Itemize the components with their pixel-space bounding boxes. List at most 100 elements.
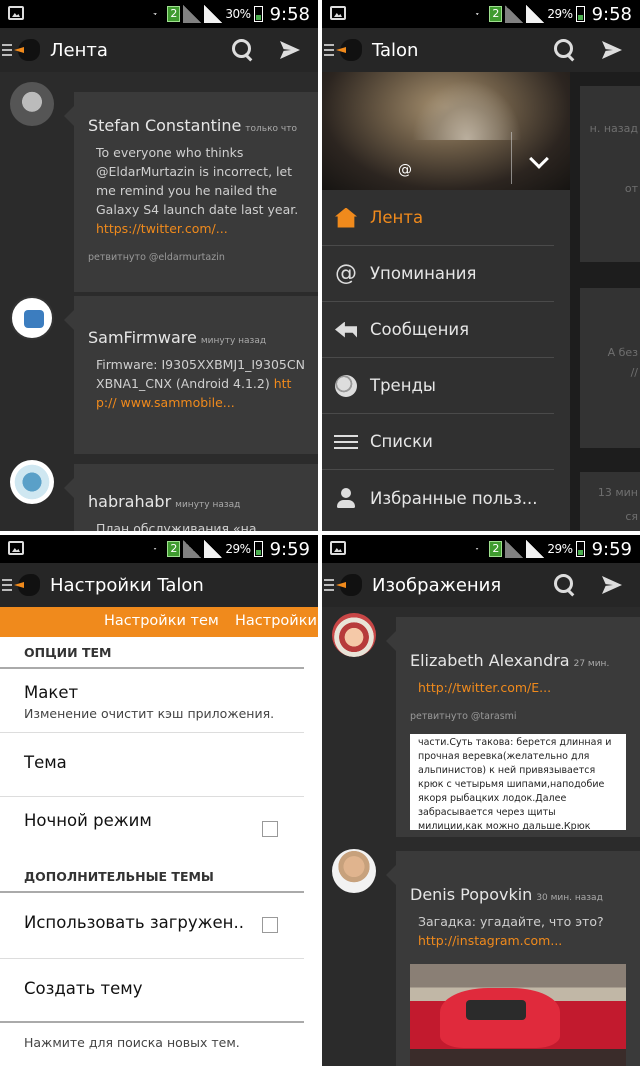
sim-badge: 2	[167, 6, 181, 22]
tweet-link[interactable]: http://instagram.com...	[418, 933, 562, 948]
tweet-card[interactable]: Stefan Constantine только что To everyone…	[64, 92, 318, 292]
compose-icon[interactable]	[280, 41, 300, 59]
tweet-time: только что	[245, 124, 297, 134]
night-mode-checkbox[interactable]	[262, 821, 278, 837]
globe-icon	[335, 374, 357, 397]
action-bar: Изображения	[322, 563, 640, 607]
wifi-icon	[468, 541, 486, 557]
app-logo-icon[interactable]	[14, 572, 42, 598]
menu-icon[interactable]	[324, 579, 334, 591]
drawer-header: @	[322, 72, 570, 190]
tab-settings[interactable]: Настройки	[235, 613, 317, 629]
signal-icon	[183, 540, 202, 558]
action-bar: Настройки Talon	[0, 563, 318, 607]
search-icon[interactable]	[554, 39, 576, 61]
reply-icon	[335, 321, 357, 338]
tweet-author[interactable]: Elizabeth Alexandra	[410, 651, 570, 670]
signal-icon	[505, 540, 524, 558]
gallery-icon	[330, 6, 346, 20]
sim-badge: 2	[489, 6, 503, 22]
chevron-down-icon[interactable]	[529, 149, 549, 169]
tab-theme-settings[interactable]: Настройки тем	[104, 613, 219, 629]
tweet-card[interactable]: SamFirmware минуту назад Firmware: I9305X…	[64, 296, 318, 454]
avatar[interactable]	[332, 849, 376, 893]
drawer-screen: 2 29% 9:58 Talon н. назад от А без // 13…	[322, 0, 640, 531]
search-icon[interactable]	[232, 39, 254, 61]
avatar[interactable]	[10, 296, 54, 340]
tweet-author[interactable]: habrahabr	[88, 492, 171, 511]
signal-icon	[204, 540, 223, 558]
tweet-card: А без //	[580, 288, 640, 448]
avatar[interactable]	[10, 460, 54, 504]
tweet-time: минуту назад	[175, 500, 241, 510]
compose-icon[interactable]	[602, 41, 622, 59]
tweet-text: http://twitter.com/E...	[410, 678, 640, 697]
section-header: ОПЦИИ ТЕМ	[0, 637, 304, 669]
setting-layout[interactable]: Макет Изменение очистит кэш приложения.	[0, 669, 304, 733]
avatar[interactable]	[332, 613, 376, 657]
settings-screen: 2 29% 9:59 Настройки Talon Настройки тем…	[0, 535, 318, 1066]
battery-icon	[253, 541, 263, 557]
tweet-card[interactable]: Elizabeth Alexandra 27 мин. http://twitte…	[386, 617, 640, 837]
sim-badge: 2	[489, 541, 503, 557]
divider	[511, 132, 512, 184]
setting-search-themes[interactable]: Нажмите для поиска новых тем.	[0, 1023, 304, 1050]
drawer-item-lists[interactable]: Списки	[322, 414, 554, 470]
drawer-item-timeline[interactable]: Лента	[322, 190, 554, 246]
tweet-card[interactable]: habrahabr минуту назад План обслуживания …	[64, 464, 318, 531]
use-downloaded-checkbox[interactable]	[262, 917, 278, 933]
compose-icon[interactable]	[602, 576, 622, 594]
section-header: ДОПОЛНИТЕЛЬНЫЕ ТЕМЫ	[0, 861, 304, 893]
setting-night-mode[interactable]: Ночной режим	[0, 797, 304, 861]
battery-percent: 29%	[225, 542, 251, 556]
tweet-card: н. назад от	[580, 86, 640, 262]
app-logo-icon[interactable]	[336, 37, 364, 63]
tweet-image[interactable]: части.Суть такова: берется длинная и про…	[410, 734, 626, 830]
tweet-card: 13 мин ся	[580, 472, 640, 531]
retweet-label: ретвитнуто @tarasmi	[410, 711, 517, 722]
app-logo-icon[interactable]	[336, 572, 364, 598]
tweet-author[interactable]: SamFirmware	[88, 328, 197, 347]
menu-icon[interactable]	[2, 579, 12, 591]
tweet-text: Загадка: угадайте, что это? http://instag…	[418, 914, 604, 948]
settings-list: ОПЦИИ ТЕМ Макет Изменение очистит кэш пр…	[0, 637, 318, 1066]
list-icon	[334, 434, 358, 449]
gallery-icon	[330, 541, 346, 555]
signal-icon	[505, 5, 524, 23]
search-icon[interactable]	[554, 574, 576, 596]
tweet-link[interactable]: http://twitter.com/E...	[418, 680, 551, 695]
signal-icon	[183, 5, 202, 23]
sim-badge: 2	[167, 541, 181, 557]
tweet-text: To everyone who thinks @EldarMurtazin is…	[96, 145, 299, 236]
tweet-author[interactable]: Denis Popovkin	[410, 885, 532, 904]
drawer-item-favorite-users[interactable]: Избранные польз...	[322, 470, 554, 526]
tweet-time: 27 мин.	[573, 659, 610, 669]
tweet-text: План обслуживания «на	[96, 521, 257, 531]
setting-use-downloaded[interactable]: Использовать загружен..	[0, 893, 304, 959]
settings-tabs: Настройки тем Настройки	[0, 607, 318, 637]
drawer-item-messages[interactable]: Сообщения	[322, 302, 554, 358]
tweet-card[interactable]: Denis Popovkin 30 мин. назад Загадка: уга…	[386, 851, 640, 1066]
menu-icon[interactable]	[2, 44, 12, 56]
drawer-item-mentions[interactable]: @ Упоминания	[322, 246, 554, 302]
status-bar: 2 30% 9:58	[0, 0, 318, 28]
action-bar: Talon	[322, 28, 640, 72]
avatar[interactable]	[10, 82, 54, 126]
clock: 9:59	[269, 538, 310, 560]
tweet-author[interactable]: Stefan Constantine	[88, 116, 241, 135]
tweet-link[interactable]: https://twitter.com/...	[96, 221, 228, 236]
battery-icon	[253, 6, 263, 22]
timeline-screen: 2 30% 9:58 Лента Stefan Constantine тольк…	[0, 0, 318, 531]
drawer-item-trends[interactable]: Тренды	[322, 358, 554, 414]
page-title: Лента	[50, 39, 108, 61]
tweet-image[interactable]	[410, 964, 626, 1066]
menu-icon[interactable]	[324, 44, 334, 56]
battery-percent: 29%	[547, 542, 573, 556]
page-title: Talon	[372, 39, 419, 61]
person-icon	[337, 488, 355, 508]
home-icon	[335, 207, 357, 228]
setting-create-theme[interactable]: Создать тему	[0, 959, 304, 1023]
setting-theme[interactable]: Тема	[0, 733, 304, 797]
app-logo-icon[interactable]	[14, 37, 42, 63]
status-bar: 2 29% 9:58	[322, 0, 640, 28]
